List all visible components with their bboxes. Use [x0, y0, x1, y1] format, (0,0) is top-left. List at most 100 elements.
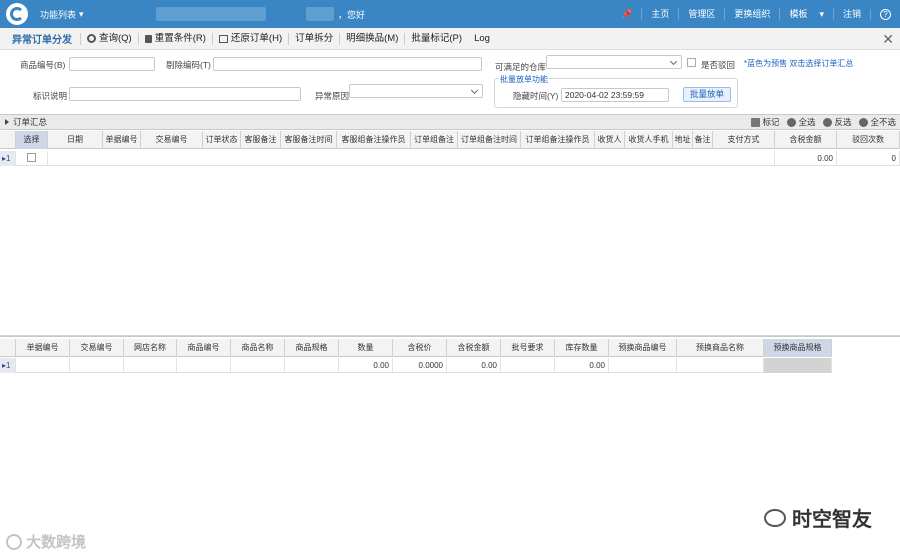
col-header[interactable]: 交易编号 — [141, 131, 203, 149]
col-header[interactable]: 预换商品规格 — [764, 339, 832, 357]
greeting-text: ，您好 — [338, 9, 366, 20]
search-icon — [87, 34, 96, 43]
blurred-org-name — [156, 7, 266, 21]
col-header[interactable]: 客服备注时间 — [281, 131, 337, 149]
restore-icon — [218, 34, 228, 43]
wechat-icon — [764, 508, 786, 527]
col-header[interactable]: 订单状态 — [203, 131, 241, 149]
col-header[interactable]: 商品名称 — [231, 339, 285, 357]
col-header[interactable]: 支付方式 — [713, 131, 775, 149]
row-index: ▸1 — [0, 151, 16, 166]
col-header[interactable]: 预换商品名称 — [677, 339, 764, 357]
col-header[interactable]: 商品编号 — [177, 339, 231, 357]
exclude-code-label: 剔除编码(T) — [166, 60, 211, 70]
nav-switch-org[interactable]: 更换组织 — [724, 8, 779, 20]
col-header[interactable]: 数量 — [339, 339, 393, 357]
nav-home[interactable]: 主页 — [641, 8, 678, 20]
remark-input[interactable] — [69, 87, 301, 101]
query-button[interactable]: 查询(Q) — [80, 32, 138, 45]
col-header[interactable]: 库存数量 — [555, 339, 609, 357]
grid-header: 选择 日期 单据编号 交易编号 订单状态 客服备注 客服备注时间 客服组备注操作… — [0, 131, 900, 149]
rejected-label: 是否驳回 — [701, 60, 736, 70]
hide-time-input[interactable]: 2020-04-02 23:59:59 — [561, 88, 669, 102]
col-header[interactable]: 收货人 — [595, 131, 625, 149]
col-header[interactable]: 备注 — [693, 131, 713, 149]
reset-conditions-button[interactable]: 重置条件(R) — [137, 32, 212, 45]
row-checkbox[interactable] — [27, 153, 36, 162]
col-header[interactable]: 订单组备注时间 — [458, 131, 521, 149]
col-header[interactable]: 选择 — [16, 131, 48, 149]
help-button[interactable]: ? — [870, 8, 900, 20]
batch-release-button[interactable]: 批量放单 — [683, 87, 731, 102]
batch-mark-button[interactable]: 批量标记(P) — [404, 32, 468, 45]
col-header[interactable]: 订单组备注 — [411, 131, 458, 149]
col-header[interactable]: 订单组备注操作员 — [521, 131, 595, 149]
swap-item-button[interactable]: 明细换品(M) — [339, 32, 404, 45]
col-header[interactable]: 收货人手机 — [625, 131, 673, 149]
col-header[interactable]: 预换商品编号 — [609, 339, 677, 357]
top-bar: 功能列表 ▾ ，您好 📌 主页 管理区 更换组织 模板 ▾ 注销 ? — [0, 0, 900, 28]
panel-divider[interactable] — [0, 336, 900, 337]
watermark-left: 大数跨境 — [6, 531, 86, 552]
col-header[interactable]: 客服组备注操作员 — [337, 131, 411, 149]
summary-panel-header: 订单汇总 标记 全选 反选 全不选 — [0, 114, 900, 130]
grid-header: 单据编号 交易编号 网店名称 商品编号 商品名称 商品规格 数量 含税价 含税金… — [0, 339, 832, 357]
presale-hint: *蓝色为预售 双击选择订单汇总 — [744, 59, 854, 68]
function-list-menu[interactable]: 功能列表 ▾ — [40, 8, 120, 21]
col-header[interactable]: 交易编号 — [70, 339, 124, 357]
remark-label: 标识说明 — [33, 91, 68, 101]
select-all-button[interactable]: 全选 — [787, 116, 815, 128]
nav-logout[interactable]: 注销 — [832, 8, 870, 20]
col-header[interactable]: 单据编号 — [103, 131, 141, 149]
grid-icon — [751, 117, 761, 127]
col-header[interactable]: 单据编号 — [16, 339, 70, 357]
table-row[interactable]: ▸1 0.00 0.0000 0.00 0.00 — [0, 358, 832, 373]
col-header[interactable]: 含税金额 — [447, 339, 501, 357]
help-icon: ? — [880, 8, 891, 20]
mark-button[interactable]: 标记 — [751, 116, 779, 128]
col-header[interactable]: 客服备注 — [241, 131, 281, 149]
function-list-label: 功能列表 — [40, 9, 77, 20]
col-header[interactable]: 日期 — [48, 131, 103, 149]
warehouse-label: 可满足的仓库 — [495, 62, 547, 72]
nav-admin[interactable]: 管理区 — [678, 8, 724, 20]
col-header[interactable]: 地址 — [673, 131, 693, 149]
hide-time-label: 隐藏时间(Y) — [513, 91, 559, 101]
warehouse-select[interactable] — [546, 55, 682, 69]
collapse-icon[interactable] — [5, 119, 9, 125]
nav-template[interactable]: 模板 ▾ — [779, 8, 833, 20]
toolbar: 异常订单分发 查询(Q) 重置条件(R) 还原订单(H) 订单拆分 明细换品(M… — [0, 28, 900, 50]
app-logo[interactable] — [6, 3, 28, 25]
row-select-cell — [16, 151, 48, 166]
filter-form: 商品编号(B) 剔除编码(T) 可满足的仓库 是否驳回 *蓝色为预售 双击选择订… — [0, 50, 900, 112]
col-header[interactable]: 商品规格 — [285, 339, 339, 357]
chevron-down-icon: ▾ — [819, 9, 824, 19]
col-header[interactable]: 含税金额 — [775, 131, 837, 149]
rejected-checkbox[interactable] — [687, 58, 696, 67]
table-row[interactable]: ▸1 0.00 0 — [0, 151, 900, 166]
batch-release-group: 批量放单功能 隐藏时间(Y) 2020-04-02 23:59:59 批量放单 — [494, 74, 738, 108]
product-code-label: 商品编号(B) — [20, 60, 66, 70]
order-summary-grid: 选择 日期 单据编号 交易编号 订单状态 客服备注 客服备注时间 客服组备注操作… — [0, 131, 900, 336]
col-header[interactable]: 网店名称 — [124, 339, 177, 357]
summary-panel-title: 订单汇总 — [13, 117, 48, 127]
qty-cell: 0.00 — [339, 358, 393, 373]
price-cell: 0.0000 — [393, 358, 447, 373]
select-none-button[interactable]: 全不选 — [859, 116, 896, 128]
pin-button[interactable]: 📌 — [612, 8, 641, 20]
product-code-input[interactable] — [69, 57, 155, 71]
restore-order-button[interactable]: 还原订单(H) — [211, 32, 288, 45]
abnormal-reason-label: 异常原因 — [315, 91, 350, 101]
col-header[interactable]: 批号要求 — [501, 339, 555, 357]
col-header[interactable]: 驳回次数 — [837, 131, 900, 149]
col-header[interactable]: 含税价 — [393, 339, 447, 357]
page-title: 异常订单分发 — [12, 35, 72, 46]
invert-selection-button[interactable]: 反选 — [823, 116, 851, 128]
abnormal-reason-select[interactable] — [349, 84, 483, 98]
exclude-code-input[interactable] — [213, 57, 482, 71]
split-order-button[interactable]: 订单拆分 — [288, 32, 339, 45]
close-icon[interactable]: ✕ — [882, 31, 894, 48]
row-index: ▸1 — [0, 358, 16, 373]
log-button[interactable]: Log — [468, 33, 496, 45]
stock-cell: 0.00 — [555, 358, 609, 373]
